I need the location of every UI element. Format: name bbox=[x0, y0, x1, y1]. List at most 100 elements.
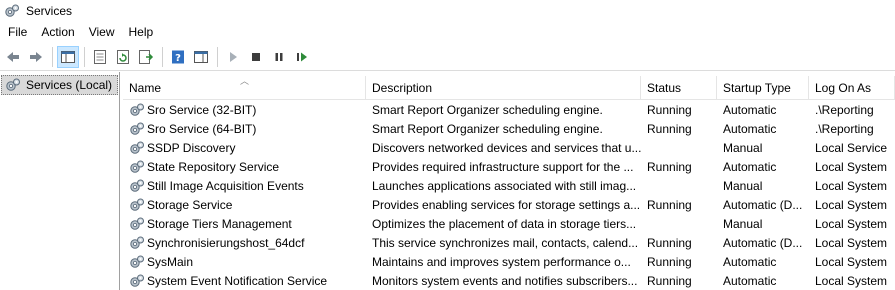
services-gear-icon bbox=[6, 78, 20, 91]
table-row[interactable]: Still Image Acquisition Events Launches a… bbox=[123, 176, 895, 195]
column-header-status[interactable]: Status bbox=[641, 76, 717, 100]
service-name-cell: Sro Service (64-BIT) bbox=[123, 121, 366, 137]
restart-service-button[interactable] bbox=[291, 46, 313, 68]
show-action-pane-button[interactable] bbox=[190, 46, 212, 68]
start-service-icon bbox=[230, 51, 237, 62]
help-icon: ? bbox=[172, 50, 184, 64]
table-row[interactable]: SSDP Discovery Discovers networked device… bbox=[123, 138, 895, 157]
service-log-on-as: Local System bbox=[815, 197, 888, 212]
service-name-cell: Sro Service (32-BIT) bbox=[123, 102, 366, 118]
menu-action[interactable]: Action bbox=[34, 22, 81, 43]
column-header-log-on-as[interactable]: Log On As bbox=[809, 76, 895, 100]
toolbar-separator bbox=[217, 46, 218, 67]
service-log-on-as: Local System bbox=[815, 254, 888, 269]
service-log-on-as: Local Service bbox=[815, 140, 888, 155]
services-gear-icon bbox=[5, 4, 19, 17]
service-status: Running bbox=[647, 121, 692, 136]
table-row[interactable]: Storage Service Provides enabling service… bbox=[123, 195, 895, 214]
menu-help[interactable]: Help bbox=[122, 22, 161, 43]
service-startup-type: Manual bbox=[723, 216, 763, 231]
table-row[interactable]: State Repository Service Provides require… bbox=[123, 157, 895, 176]
service-name: Sro Service (32-BIT) bbox=[147, 102, 257, 117]
export-list-button[interactable] bbox=[135, 46, 157, 68]
table-row[interactable]: Sro Service (64-BIT) Smart Report Organiz… bbox=[123, 119, 895, 138]
pause-service-button[interactable] bbox=[268, 46, 290, 68]
service-startup-type: Manual bbox=[723, 178, 763, 193]
table-body: Sro Service (32-BIT) Smart Report Organiz… bbox=[123, 100, 895, 290]
service-startup-type: Automatic (D... bbox=[723, 235, 803, 250]
table-header: ︿ Name Description Status Startup Type L… bbox=[123, 76, 895, 100]
service-name-cell: Synchronisierungshost_64dcf bbox=[123, 235, 366, 251]
table-row[interactable]: System Event Notification Service Monitor… bbox=[123, 271, 895, 290]
service-status: Running bbox=[647, 102, 692, 117]
show-hide-console-tree-icon bbox=[61, 50, 75, 63]
service-startup-type: Automatic bbox=[723, 254, 777, 269]
table-row[interactable]: Synchronisierungshost_64dcf This service … bbox=[123, 233, 895, 252]
service-name-cell: State Repository Service bbox=[123, 159, 366, 175]
stop-service-icon bbox=[252, 52, 260, 61]
service-gear-icon bbox=[130, 217, 144, 230]
service-name-cell: SSDP Discovery bbox=[123, 140, 366, 156]
service-status: Running bbox=[647, 235, 692, 250]
table-row[interactable]: SysMain Maintains and improves system per… bbox=[123, 252, 895, 271]
tree-item-label: Services (Local) bbox=[26, 78, 113, 92]
window-title: Services bbox=[26, 4, 73, 18]
sort-ascending-icon: ︿ bbox=[240, 76, 250, 86]
menu-bar: File Action View Help bbox=[0, 22, 895, 43]
service-startup-type: Automatic bbox=[723, 159, 777, 174]
toolbar-separator bbox=[84, 46, 85, 67]
show-hide-console-tree-button[interactable] bbox=[57, 45, 79, 68]
show-action-pane-icon bbox=[194, 50, 208, 63]
forward-button[interactable] bbox=[25, 46, 47, 68]
help-button[interactable]: ? bbox=[167, 46, 189, 68]
service-gear-icon bbox=[130, 274, 144, 287]
service-description: Launches applications associated with st… bbox=[372, 178, 637, 193]
service-name: SSDP Discovery bbox=[147, 140, 236, 155]
column-header-name[interactable]: ︿ Name bbox=[123, 76, 366, 100]
service-startup-type: Automatic bbox=[723, 102, 777, 117]
properties-button[interactable] bbox=[89, 46, 111, 68]
pause-service-icon bbox=[275, 52, 283, 61]
service-name: SysMain bbox=[147, 254, 194, 269]
start-service-button[interactable] bbox=[222, 46, 244, 68]
service-name: Storage Tiers Management bbox=[147, 216, 292, 231]
service-name-cell: Storage Service bbox=[123, 197, 366, 213]
service-gear-icon bbox=[130, 160, 144, 173]
service-status: Running bbox=[647, 254, 692, 269]
forward-icon bbox=[30, 51, 42, 62]
service-name-cell: Still Image Acquisition Events bbox=[123, 178, 366, 194]
menu-file[interactable]: File bbox=[0, 22, 34, 43]
table-row[interactable]: Storage Tiers Management Optimizes the pl… bbox=[123, 214, 895, 233]
refresh-button[interactable] bbox=[112, 46, 134, 68]
service-name: State Repository Service bbox=[147, 159, 280, 174]
service-name-cell: Storage Tiers Management bbox=[123, 216, 366, 232]
service-log-on-as: Local System bbox=[815, 235, 888, 250]
tree-item-services-local[interactable]: Services (Local) bbox=[1, 75, 118, 95]
back-icon bbox=[7, 51, 19, 62]
service-description: Smart Report Organizer scheduling engine… bbox=[372, 121, 603, 136]
console-tree: Services (Local) bbox=[0, 72, 120, 290]
service-description: Monitors system events and notifies subs… bbox=[372, 273, 638, 288]
service-description: Smart Report Organizer scheduling engine… bbox=[372, 102, 603, 117]
service-description: Provides enabling services for storage s… bbox=[372, 197, 641, 212]
service-description: Provides required infrastructure support… bbox=[372, 159, 634, 174]
service-gear-icon bbox=[130, 236, 144, 249]
service-gear-icon bbox=[130, 103, 144, 116]
column-header-startup-type[interactable]: Startup Type bbox=[717, 76, 809, 100]
column-header-description[interactable]: Description bbox=[366, 76, 641, 100]
back-button[interactable] bbox=[2, 46, 24, 68]
stop-service-button[interactable] bbox=[245, 46, 267, 68]
toolbar-separator bbox=[52, 46, 53, 67]
service-name-cell: SysMain bbox=[123, 254, 366, 270]
service-description: Optimizes the placement of data in stora… bbox=[372, 216, 637, 231]
service-log-on-as: Local System bbox=[815, 159, 888, 174]
service-log-on-as: .\Reporting bbox=[815, 102, 874, 117]
service-startup-type: Manual bbox=[723, 140, 763, 155]
service-name: System Event Notification Service bbox=[147, 273, 328, 288]
toolbar: ? bbox=[0, 43, 895, 71]
service-gear-icon bbox=[130, 141, 144, 154]
menu-view[interactable]: View bbox=[82, 22, 122, 43]
service-description: This service synchronizes mail, contacts… bbox=[372, 235, 639, 250]
properties-icon bbox=[94, 49, 106, 64]
table-row[interactable]: Sro Service (32-BIT) Smart Report Organiz… bbox=[123, 100, 895, 119]
